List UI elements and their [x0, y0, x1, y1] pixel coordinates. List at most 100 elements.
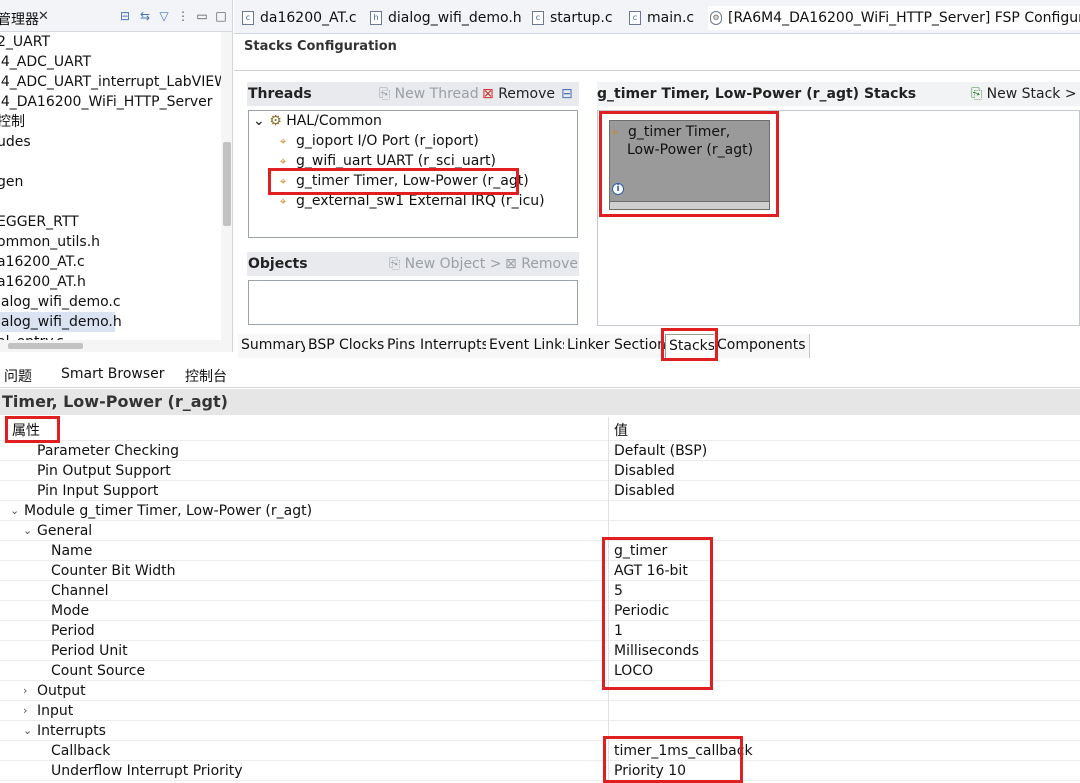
table-row[interactable]: ⌄ Interrupts [0, 721, 1080, 741]
new-object-label: New Object > [404, 256, 502, 272]
properties-header-row: 属性 值 [0, 421, 1080, 441]
tree-item[interactable]: l4_DA16200_WiFi_HTTP_Server [0, 92, 219, 112]
property-value[interactable]: 1 [614, 621, 623, 641]
property-value[interactable]: Periodic [614, 601, 669, 621]
tab-summary[interactable]: Summary [238, 334, 313, 358]
close-icon[interactable]: ✕ [38, 9, 49, 24]
tab-console[interactable]: 控制台 [185, 366, 227, 386]
tree-item[interactable]: 控制 [0, 112, 219, 132]
table-row[interactable]: › Input [0, 701, 1080, 721]
new-object-button[interactable]: ⎘ New Object > [389, 252, 501, 276]
tab-problems[interactable]: 问题 [4, 366, 32, 386]
property-value[interactable]: Priority 10 [614, 761, 686, 781]
table-row[interactable]: Channel 5 [0, 581, 1080, 601]
maximize-icon[interactable]: □ [214, 9, 228, 23]
table-row[interactable]: ⌄ General [0, 521, 1080, 541]
tab-components[interactable]: Components [714, 334, 810, 358]
property-value[interactable]: Milliseconds [614, 641, 699, 661]
property-value[interactable]: AGT 16-bit [614, 561, 688, 581]
table-row[interactable]: Count Source LOCO [0, 661, 1080, 681]
info-icon[interactable]: i [612, 183, 624, 195]
property-name: Output [37, 683, 86, 699]
link-editor-icon[interactable]: ⇆ [138, 9, 152, 23]
filter-icon[interactable]: ▽ [157, 9, 171, 23]
property-value[interactable]: Disabled [614, 481, 675, 501]
tree-item[interactable]: ialog_wifi_demo.c [0, 292, 219, 312]
table-row[interactable]: Period 1 [0, 621, 1080, 641]
property-value[interactable]: Disabled [614, 461, 675, 481]
remove-object-button[interactable]: ⊠ Remove [505, 252, 578, 276]
tab-label: startup.c [550, 10, 613, 26]
tab-startup-c[interactable]: c startup.c [530, 6, 613, 30]
property-name: Counter Bit Width [51, 563, 176, 579]
tree-item[interactable] [0, 152, 219, 172]
tab-linker-sections[interactable]: Linker Sections [564, 334, 678, 358]
tab-bsp[interactable]: BSP [305, 334, 339, 358]
property-value[interactable]: 5 [614, 581, 623, 601]
vertical-scrollbar[interactable] [221, 32, 232, 340]
tree-item[interactable]: udes [0, 132, 219, 152]
tree-node-hal-common[interactable]: ⌄ ⚙ HAL/Common [253, 111, 382, 131]
view-menu-icon[interactable]: ⋮ [176, 9, 190, 23]
minimize-icon[interactable]: ▭ [195, 9, 209, 23]
tab-event-links[interactable]: Event Links [486, 334, 574, 358]
tab-fsp-configuration[interactable]: ⚙ [RA6M4_DA16200_WiFi_HTTP_Server] FSP Co… [708, 6, 1080, 30]
table-row[interactable]: Period Unit Milliseconds [0, 641, 1080, 661]
tab-label: da16200_AT.c [260, 10, 357, 26]
scrollbar-thumb[interactable] [8, 343, 83, 349]
table-row[interactable]: Callback timer_1ms_callback [0, 741, 1080, 761]
threads-tree: ⌄ ⚙ HAL/Common ⌖ g_ioport I/O Port (r_iop… [248, 110, 578, 238]
tree-item[interactable]: l4_ADC_UART_interrupt_LabVIEW [0, 72, 228, 92]
table-row[interactable]: Pin Output Support Disabled [0, 461, 1080, 481]
chevron-down-icon[interactable]: ⌄ [23, 721, 32, 741]
tab-da16200-at-c[interactable]: c da16200_AT.c [240, 6, 357, 30]
table-row[interactable]: Underflow Interrupt Priority Priority 10 [0, 761, 1080, 781]
tree-item[interactable]: a16200_AT.h [0, 272, 219, 292]
tree-item[interactable]: EGGER_RTT [0, 212, 219, 232]
table-row[interactable]: Mode Periodic [0, 601, 1080, 621]
chevron-down-icon[interactable]: ⌄ [23, 521, 32, 541]
tab-interrupts[interactable]: Interrupts [417, 334, 493, 358]
new-stack-button[interactable]: ⎘ New Stack > [971, 82, 1077, 106]
remove-thread-button[interactable]: ⊠ Remove [482, 82, 555, 106]
tab-pins[interactable]: Pins [384, 334, 420, 358]
tab-clocks[interactable]: Clocks [336, 334, 389, 358]
tree-item-selected[interactable]: ialog_wifi_demo.h [0, 312, 122, 332]
table-row[interactable]: › Output [0, 681, 1080, 701]
table-row[interactable]: Counter Bit Width AGT 16-bit [0, 561, 1080, 581]
tree-node-g-timer[interactable]: ⌖ g_timer Timer, Low-Power (r_agt) [280, 171, 529, 191]
tree-node-g-ioport[interactable]: ⌖ g_ioport I/O Port (r_ioport) [280, 131, 479, 151]
property-value[interactable]: timer_1ms_callback [614, 741, 753, 761]
property-value[interactable]: g_timer [614, 541, 667, 561]
tree-item[interactable]: l4_ADC_UART [0, 52, 219, 72]
chevron-right-icon[interactable]: › [23, 701, 27, 721]
collapse-icon[interactable]: ⊟ [561, 82, 573, 106]
tree-item[interactable] [0, 192, 219, 212]
tree-item[interactable]: a16200_AT.c [0, 252, 219, 272]
tree-item[interactable]: gen [0, 172, 219, 192]
tab-dialog-wifi-demo-h[interactable]: h dialog_wifi_demo.h [368, 6, 522, 30]
property-name: Underflow Interrupt Priority [51, 763, 243, 779]
table-row[interactable]: ⌄ Module g_timer Timer, Low-Power (r_agt) [0, 501, 1080, 521]
chevron-right-icon[interactable]: › [23, 681, 27, 701]
new-thread-button[interactable]: ⎘ New Thread [379, 82, 479, 106]
horizontal-scrollbar[interactable] [0, 340, 232, 352]
threads-header: Threads ⎘ New Thread ⊠ Remove ⊟ [247, 82, 579, 106]
scrollbar-thumb[interactable] [223, 142, 231, 226]
chevron-down-icon[interactable]: ⌄ [10, 501, 19, 521]
tree-node-g-external-sw1[interactable]: ⌖ g_external_sw1 External IRQ (r_icu) [280, 191, 545, 211]
table-row[interactable]: Parameter Checking Default (BSP) [0, 441, 1080, 461]
collapse-all-icon[interactable]: ⊟ [118, 9, 132, 23]
property-value[interactable]: LOCO [614, 661, 653, 681]
tab-stacks[interactable]: Stacks [665, 334, 720, 358]
tree-item[interactable]: ommon_utils.h [0, 232, 219, 252]
table-row[interactable]: Pin Input Support Disabled [0, 481, 1080, 501]
tab-main-c[interactable]: c main.c [627, 6, 694, 30]
module-icon: ⌖ [612, 126, 619, 139]
tab-smart-browser[interactable]: Smart Browser [61, 366, 165, 382]
table-row[interactable]: Name g_timer [0, 541, 1080, 561]
tree-item[interactable]: 2_UART [0, 32, 219, 52]
tree-node-g-wifi-uart[interactable]: ⌖ g_wifi_uart UART (r_sci_uart) [280, 151, 496, 171]
column-divider [608, 417, 609, 783]
property-value[interactable]: Default (BSP) [614, 441, 707, 461]
